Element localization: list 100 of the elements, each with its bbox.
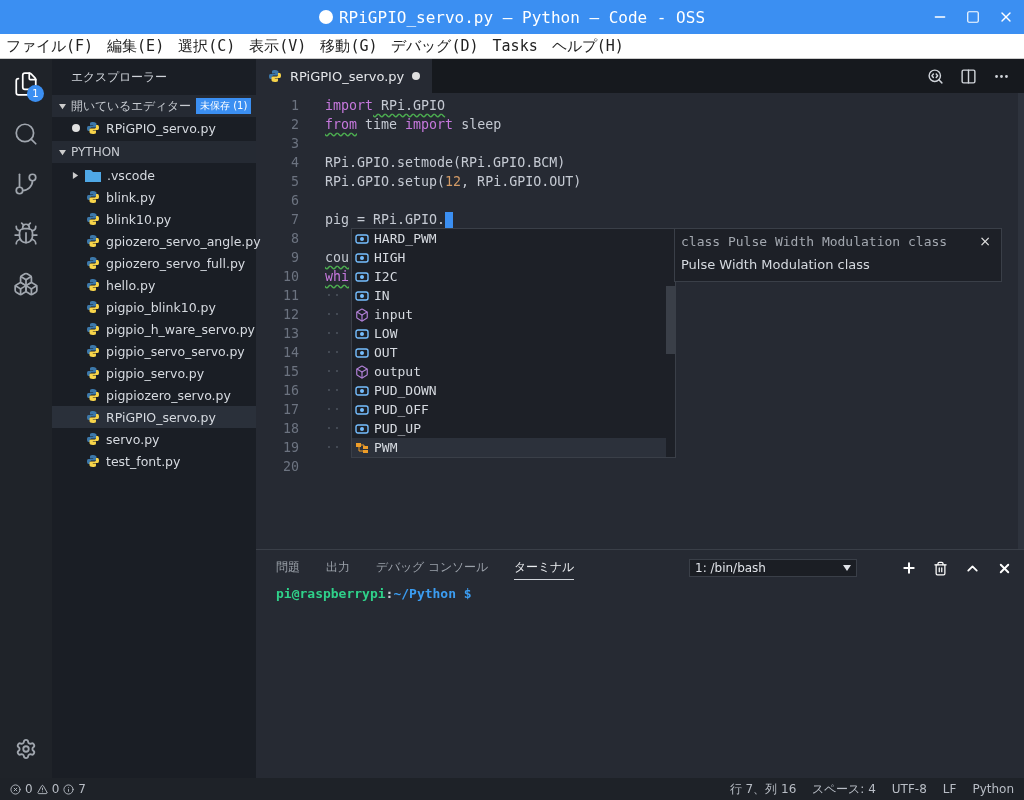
line-number: 10 — [282, 269, 299, 284]
panel-tab[interactable]: 出力 — [326, 556, 350, 580]
split-editor-icon[interactable] — [960, 67, 977, 85]
folder-icon — [85, 168, 101, 182]
file-tree-item[interactable]: test_font.py — [52, 450, 256, 472]
add-icon[interactable] — [901, 560, 917, 576]
section-header[interactable]: PYTHON — [71, 145, 121, 159]
file-tree-item[interactable]: gpiozero_servo_full.py — [52, 252, 256, 274]
code-line: ·· — [325, 383, 341, 398]
file-tree-item[interactable]: pigpio_h_ware_servo.py — [52, 318, 256, 340]
panel-tab[interactable]: デバッグ コンソール — [376, 556, 488, 580]
menu-item[interactable]: 選択(C) — [178, 36, 236, 56]
branch-icon[interactable] — [13, 171, 39, 197]
suggestion-item[interactable]: PWM — [352, 438, 666, 457]
suggestion-item[interactable]: OUT — [352, 343, 666, 362]
scrollbar-thumb[interactable] — [666, 286, 675, 354]
code-line: ·· — [325, 402, 341, 417]
python-icon — [86, 278, 100, 292]
dropdown-arrow-icon — [843, 565, 851, 571]
status-item[interactable]: スペース: 4 — [812, 780, 876, 798]
file-tree-item[interactable]: blink.py — [52, 186, 256, 208]
python-icon — [86, 212, 100, 226]
code-line: cou — [325, 250, 350, 265]
file-tree-item[interactable]: RPiGPIO_servo.py — [52, 406, 256, 428]
code-line: pig = RPi.GPIO. — [325, 212, 446, 227]
code-line: ·· — [325, 345, 341, 360]
warning-count[interactable]: 0 — [51, 782, 60, 796]
suggestion-item[interactable]: PUD_UP — [352, 419, 666, 438]
settings-icon[interactable] — [15, 738, 37, 760]
line-number: 2 — [290, 117, 299, 132]
status-item[interactable]: Python — [972, 782, 1014, 796]
suggestion-item[interactable]: I2C — [352, 267, 666, 286]
menu-item[interactable]: 表示(V) — [249, 36, 307, 56]
sidebar-title: エクスプローラー — [71, 68, 167, 86]
python-icon — [86, 366, 100, 380]
suggestion-item[interactable]: LOW — [352, 324, 666, 343]
close-button[interactable]: × — [979, 233, 991, 249]
suggestion-item[interactable]: input — [352, 305, 666, 324]
file-tree-item[interactable]: servo.py — [52, 428, 256, 450]
error-icon[interactable] — [10, 783, 21, 795]
status-item[interactable]: UTF-8 — [891, 782, 927, 796]
python-icon — [86, 388, 100, 402]
menu-item[interactable]: ヘルプ(H) — [551, 36, 624, 56]
field-icon — [355, 404, 369, 415]
unsaved-badge: 未保存 (1) — [196, 98, 252, 114]
file-tree-item[interactable]: pigpio_servo_servo.py — [52, 340, 256, 362]
suggestion-item[interactable]: HARD_PWM — [352, 229, 666, 248]
line-number: 6 — [290, 193, 299, 208]
terminal-dropdown[interactable]: 1: /bin/bash — [689, 559, 857, 577]
field-icon — [355, 385, 369, 396]
suggestion-item[interactable]: IN — [352, 286, 666, 305]
panel-tab[interactable]: ターミナル — [513, 556, 574, 580]
panel-tab[interactable]: 問題 — [276, 556, 300, 580]
file-tree-item[interactable]: hello.py — [52, 274, 256, 296]
file-tree-item[interactable]: pigpio_servo.py — [52, 362, 256, 384]
suggestion-item[interactable]: output — [352, 362, 666, 381]
python-icon — [86, 121, 100, 135]
suggestion-item[interactable]: PUD_OFF — [352, 400, 666, 419]
open-editor-item[interactable]: RPiGPIO_servo.py — [52, 117, 256, 139]
python-icon — [268, 69, 282, 83]
status-item[interactable]: 行 7、列 16 — [729, 780, 797, 798]
files-icon[interactable] — [13, 71, 39, 97]
editor-tab[interactable]: RPiGPIO_servo.py — [256, 59, 433, 93]
python-icon — [86, 410, 100, 424]
line-number: 18 — [282, 421, 299, 436]
menu-item[interactable]: デバッグ(D) — [391, 36, 479, 56]
trash-icon[interactable] — [933, 560, 948, 576]
code-line: RPi.GPIO.setmode(RPi.GPIO.BCM) — [325, 155, 566, 170]
python-icon — [86, 190, 100, 204]
bug-icon[interactable] — [13, 221, 39, 247]
suggestion-item[interactable]: HIGH — [352, 248, 666, 267]
count-badge: 1 — [27, 85, 44, 102]
file-tree-item[interactable]: .vscode — [52, 164, 256, 186]
section-header[interactable]: 開いているエディター — [71, 97, 191, 115]
menu-item[interactable]: ファイル(F) — [6, 36, 94, 56]
status-item[interactable]: LF — [942, 782, 957, 796]
file-tree-item[interactable]: pigpiozero_servo.py — [52, 384, 256, 406]
suggestion-item[interactable]: PUD_DOWN — [352, 381, 666, 400]
field-icon — [355, 290, 369, 301]
field-icon — [355, 252, 369, 263]
python-icon — [86, 300, 100, 314]
menu-item[interactable]: 編集(E) — [107, 36, 165, 56]
info-count[interactable]: 7 — [78, 782, 86, 796]
signature-text: class Pulse Width Modulation class — [681, 233, 948, 249]
preview-search-icon[interactable] — [927, 67, 944, 85]
extensions-icon[interactable] — [13, 271, 39, 297]
file-tree-item[interactable]: pigpio_blink10.py — [52, 296, 256, 318]
code-line: ·· — [325, 326, 341, 341]
python-icon — [86, 432, 100, 446]
line-number: 8 — [290, 231, 299, 246]
code-line: RPi.GPIO.setup(12, RPi.GPIO.OUT) — [325, 174, 582, 189]
warning-icon[interactable] — [36, 783, 48, 795]
error-count[interactable]: 0 — [25, 782, 33, 796]
info-icon[interactable] — [63, 783, 75, 795]
maximize-icon[interactable] — [966, 10, 980, 24]
menu-item[interactable]: Tasks — [492, 37, 538, 55]
search-icon[interactable] — [13, 121, 39, 147]
menu-item[interactable]: 移動(G) — [320, 36, 378, 56]
file-tree-item[interactable]: blink10.py — [52, 208, 256, 230]
field-icon — [355, 328, 369, 339]
